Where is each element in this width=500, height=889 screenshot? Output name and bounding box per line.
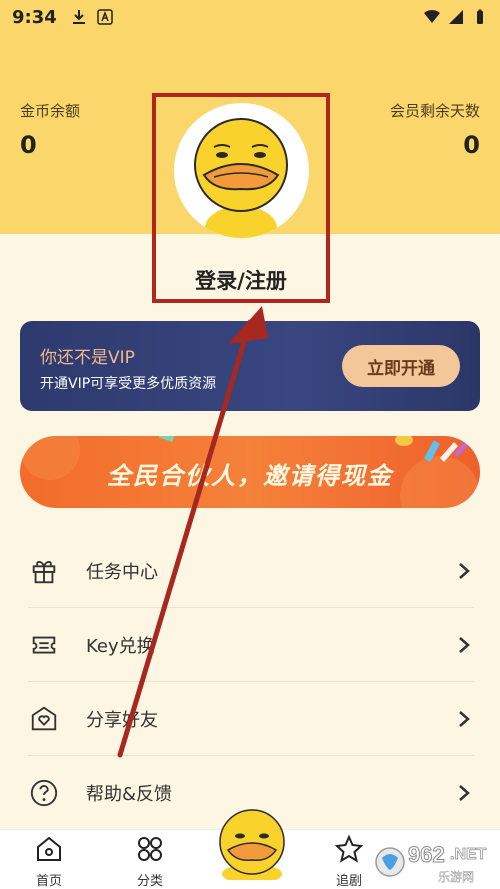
activate-vip-button[interactable]: 立即开通 bbox=[342, 345, 460, 387]
avatar[interactable] bbox=[174, 103, 309, 238]
nav-follow-label: 追剧 bbox=[335, 874, 362, 889]
member-days: 会员剩余天数 0 bbox=[390, 100, 480, 159]
menu-item-label: Key兑换 bbox=[86, 635, 155, 657]
nav-home-label: 首页 bbox=[35, 874, 62, 889]
chevron-right-icon bbox=[459, 636, 470, 653]
menu-list: 任务中心 Key兑换 分享好友 帮助&反馈 bbox=[28, 534, 474, 830]
duck-mascot-nav-icon[interactable] bbox=[206, 800, 298, 880]
gift-icon bbox=[28, 555, 60, 587]
member-days-value: 0 bbox=[463, 131, 480, 159]
nav-follow-series[interactable]: 追剧 bbox=[319, 834, 379, 889]
duck-avatar-icon bbox=[194, 118, 288, 238]
nav-home[interactable]: 首页 bbox=[19, 834, 79, 889]
menu-item-label: 分享好友 bbox=[86, 709, 158, 731]
vip-title: 你还不是VIP bbox=[40, 348, 135, 368]
login-register-area[interactable]: 登录/注册 bbox=[152, 93, 330, 303]
status-time: 9:34 bbox=[12, 6, 57, 28]
member-days-label: 会员剩余天数 bbox=[389, 102, 480, 120]
menu-item-label: 帮助&反馈 bbox=[86, 784, 173, 805]
coin-balance: 金币余额 0 bbox=[20, 100, 80, 159]
share-heart-icon bbox=[28, 703, 60, 735]
grid-icon bbox=[138, 837, 162, 861]
nav-category-label: 分类 bbox=[136, 874, 163, 889]
battery-icon bbox=[477, 9, 483, 24]
help-icon bbox=[28, 777, 60, 809]
site-watermark: 962 .NET 乐游网 bbox=[372, 840, 497, 886]
nav-category[interactable]: 分类 bbox=[120, 834, 180, 889]
coin-balance-value: 0 bbox=[20, 131, 37, 159]
watermark-number: 962 bbox=[408, 842, 446, 868]
menu-item-label: 任务中心 bbox=[86, 561, 158, 583]
watermark-site-name: 乐游网 bbox=[438, 870, 475, 884]
status-bar: 9:34 bbox=[0, 0, 500, 34]
chevron-right-icon bbox=[459, 785, 470, 801]
star-icon bbox=[334, 834, 364, 863]
login-register-link[interactable]: 登录/注册 bbox=[156, 265, 326, 295]
partner-banner-text: 全民合伙人，邀请得现金 bbox=[107, 462, 393, 490]
menu-item-share-friends[interactable]: 分享好友 bbox=[28, 682, 474, 756]
wifi-icon bbox=[424, 9, 440, 23]
menu-item-task-center[interactable]: 任务中心 bbox=[28, 534, 474, 608]
chevron-right-icon bbox=[459, 710, 470, 727]
app-notification-icon bbox=[97, 9, 113, 25]
menu-item-key-redeem[interactable]: Key兑换 bbox=[28, 608, 474, 682]
partner-invite-banner[interactable]: 全民合伙人，邀请得现金 bbox=[20, 436, 480, 508]
coin-balance-label: 金币余额 bbox=[20, 102, 81, 120]
download-icon bbox=[72, 10, 85, 24]
watermark-suffix: .NET bbox=[450, 846, 487, 864]
signal-icon bbox=[449, 10, 463, 24]
home-icon bbox=[37, 836, 61, 861]
vip-subtitle: 开通VIP可享受更多优质资源 bbox=[40, 376, 217, 392]
ticket-icon bbox=[28, 629, 60, 661]
chevron-right-icon bbox=[459, 562, 470, 579]
vip-card: 你还不是VIP 开通VIP可享受更多优质资源 立即开通 bbox=[20, 321, 480, 411]
